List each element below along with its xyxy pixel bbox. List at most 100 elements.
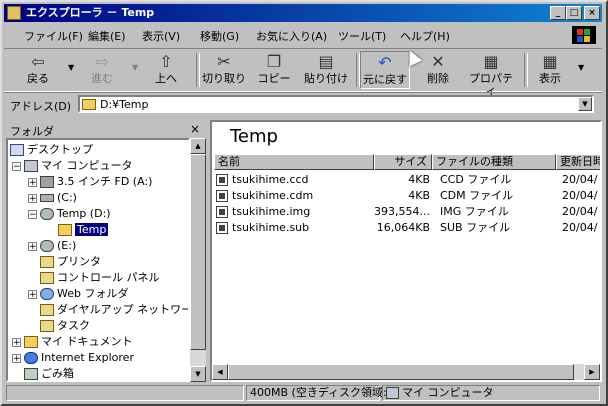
file-date: 20/04/ [562,205,598,218]
menu-help[interactable]: ヘルプ(H) [400,28,450,44]
status-location: マイ コンピュータ [382,385,600,401]
tree-item-e-drive[interactable]: (E:) [40,238,76,254]
tree-item-recycle-bin[interactable]: ごみ箱 [24,366,74,380]
status-bar: 400MB (空きディスク領域: マイ コンピュータ [4,384,602,402]
back-button[interactable]: ⇦ 戻る [16,51,60,89]
tree-item-printers[interactable]: プリンタ [40,254,101,270]
title-bar[interactable]: エクスプローラ － Temp _ □ × [4,4,602,22]
file-row[interactable]: tsukihime.ccd 4KB CCD ファイル 20/04/ [216,172,600,188]
column-header-type[interactable]: ファイルの種類 [432,154,556,170]
tree-item-d-drive[interactable]: Temp (D:) [40,206,111,222]
collapse-toggle[interactable]: − [12,162,21,172]
folder-icon [82,99,96,110]
scroll-right-button[interactable]: ▶ [584,364,600,380]
file-size: 4KB [408,173,430,186]
copy-button[interactable]: ❐ コピー [252,51,296,89]
file-type: SUB ファイル [440,221,511,234]
forward-button[interactable]: ⇨ 進む [82,51,122,89]
expand-toggle[interactable]: + [28,290,37,300]
paste-button[interactable]: ▤ 貼り付け [302,51,350,89]
menu-edit[interactable]: 編集(E) [88,28,126,44]
documents-folder-icon [24,336,38,348]
menu-view[interactable]: 表示(V) [142,28,180,44]
forward-dropdown-icon[interactable]: ▼ [132,63,138,72]
expand-toggle[interactable]: + [28,194,37,204]
undo-icon: ↶ [378,53,392,72]
cut-button[interactable]: ✂ 切り取り [202,51,246,89]
scroll-up-button[interactable]: ▲ [190,138,206,154]
folder-tree: デスクトップ − マイ コンピュータ + 3.5 インチ FD (A:) + (… [6,138,190,382]
file-icon [216,222,228,234]
view-button[interactable]: ▦ 表示 [530,51,570,89]
menu-go[interactable]: 移動(G) [200,28,239,44]
tree-item-c-drive[interactable]: (C:) [40,190,77,206]
view-dropdown-icon[interactable]: ▼ [578,63,584,72]
toolbar-separator [196,53,200,87]
collapse-toggle[interactable]: − [28,210,37,220]
address-input[interactable]: D:¥Temp ▼ [78,95,594,113]
tree-item-tasks[interactable]: タスク [40,318,90,334]
file-row[interactable]: tsukihime.sub 16,064KB SUB ファイル 20/04/ [216,220,600,236]
maximize-button[interactable]: □ [566,6,582,20]
tree-item-my-computer[interactable]: マイ コンピュータ [24,158,133,174]
menu-bar: ファイル(F) 編集(E) 表示(V) 移動(G) お気に入り(A) ツール(T… [4,24,602,46]
view-grid-icon: ▦ [542,52,558,71]
up-button[interactable]: ⇧ 上へ [146,51,186,89]
tree-item-desktop[interactable]: デスクトップ [10,142,93,158]
tree-item-my-documents[interactable]: マイ ドキュメント [24,334,133,350]
close-button[interactable]: × [584,6,600,20]
file-list-pane: Temp 名前 サイズ ファイルの種類 更新日時 tsukihime.ccd 4… [210,120,602,382]
file-row[interactable]: tsukihime.img 393,554... IMG ファイル 20/04/ [216,204,600,220]
file-date: 20/04/ [562,189,598,202]
folder-pane: フォルダ × デスクトップ − マイ コンピュータ + 3.5 インチ FD (… [6,120,206,382]
control-panel-icon [40,272,54,284]
file-name: tsukihime.cdm [232,189,314,202]
address-dropdown-button[interactable]: ▼ [578,97,592,111]
floppy-drive-icon [40,176,54,188]
tree-item-internet-explorer[interactable]: Internet Explorer [24,350,134,366]
scroll-down-button[interactable]: ▼ [190,366,206,382]
expand-toggle[interactable]: + [12,338,21,348]
back-dropdown-icon[interactable]: ▼ [68,63,74,72]
properties-button[interactable]: ▦ プロパティ [464,51,518,97]
cd-drive-icon [40,240,54,252]
computer-icon [24,160,38,172]
menu-tools[interactable]: ツール(T) [338,28,386,44]
undo-button[interactable]: ↶ 元に戻す [360,51,410,89]
expand-toggle[interactable]: + [28,178,37,188]
minimize-button[interactable]: _ [550,6,566,20]
file-type: CDM ファイル [440,189,514,202]
forward-arrow-icon: ⇨ [95,52,109,71]
file-date: 20/04/ [562,221,598,234]
hard-drive-icon [40,194,54,202]
hscroll-thumb[interactable] [228,364,574,380]
expand-toggle[interactable]: + [28,242,37,252]
scroll-left-button[interactable]: ◀ [212,364,228,380]
tree-item-control-panel[interactable]: コントロール パネル [40,270,160,286]
file-row[interactable]: tsukihime.cdm 4KB CDM ファイル 20/04/ [216,188,600,204]
menu-favorites[interactable]: お気に入り(A) [256,28,327,44]
file-date: 20/04/ [562,173,598,186]
delete-button[interactable]: ✕ 削除 [418,51,458,89]
column-header-name[interactable]: 名前 [214,154,374,170]
column-header-date[interactable]: 更新日時 [556,154,600,170]
scroll-thumb[interactable] [190,154,206,350]
address-label: アドレス(D) [10,100,72,113]
properties-icon: ▦ [483,52,499,71]
folder-tree-scrollbar[interactable]: ▲ ▼ [190,138,206,382]
folder-pane-title: フォルダ [10,125,54,138]
expand-toggle[interactable]: + [12,354,21,364]
explorer-icon [7,6,21,20]
tree-item-floppy[interactable]: 3.5 インチ FD (A:) [40,174,152,190]
folder-pane-close-button[interactable]: × [190,122,200,136]
tree-item-web-folders[interactable]: Web フォルダ [40,286,128,302]
tasks-folder-icon [40,320,54,332]
menu-file[interactable]: ファイル(F) [24,28,83,44]
tree-item-temp[interactable]: Temp [58,222,110,238]
paste-icon: ▤ [318,52,334,71]
tree-item-dialup[interactable]: ダイヤルアップ ネットワーク [40,302,188,318]
column-header-size[interactable]: サイズ [374,154,432,170]
file-list-hscrollbar[interactable]: ◀ ▶ [212,364,600,380]
status-disk-space: 400MB (空きディスク領域: [246,385,387,401]
web-folder-icon [40,288,54,300]
